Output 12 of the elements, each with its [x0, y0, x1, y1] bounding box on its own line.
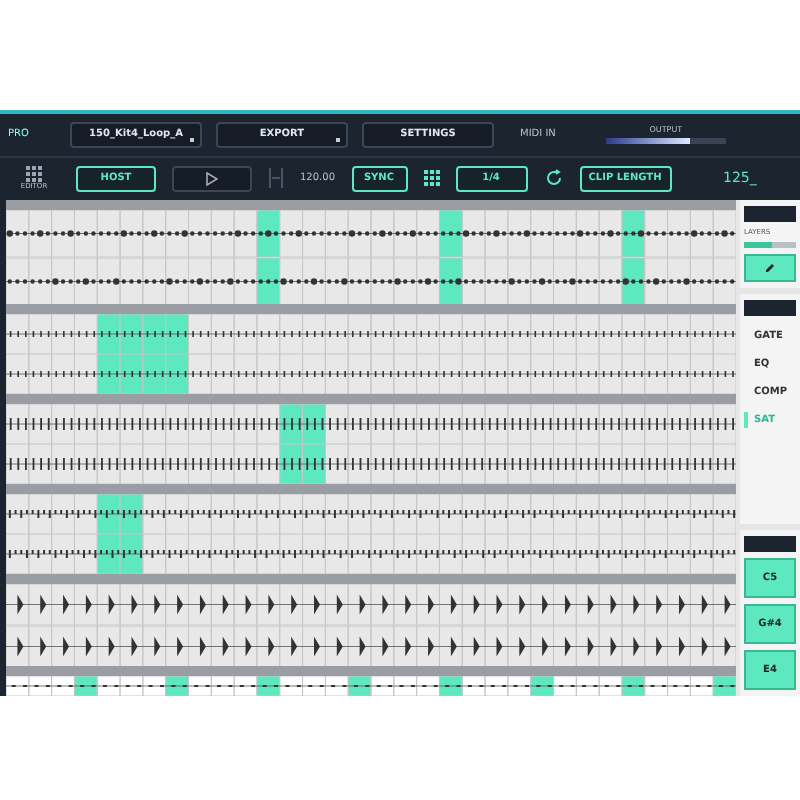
panel-header [744, 536, 796, 552]
panel-header [744, 300, 796, 316]
play-icon [206, 171, 218, 186]
play-button[interactable] [172, 165, 252, 192]
panel-header [744, 206, 796, 222]
layer-slider[interactable] [744, 242, 796, 248]
loop-icon[interactable] [543, 168, 563, 189]
pencil-icon [764, 262, 776, 274]
output-meter [605, 138, 726, 145]
edit-button[interactable] [744, 254, 796, 282]
grid-icon[interactable] [423, 170, 439, 187]
grid-icon[interactable] [26, 166, 42, 183]
